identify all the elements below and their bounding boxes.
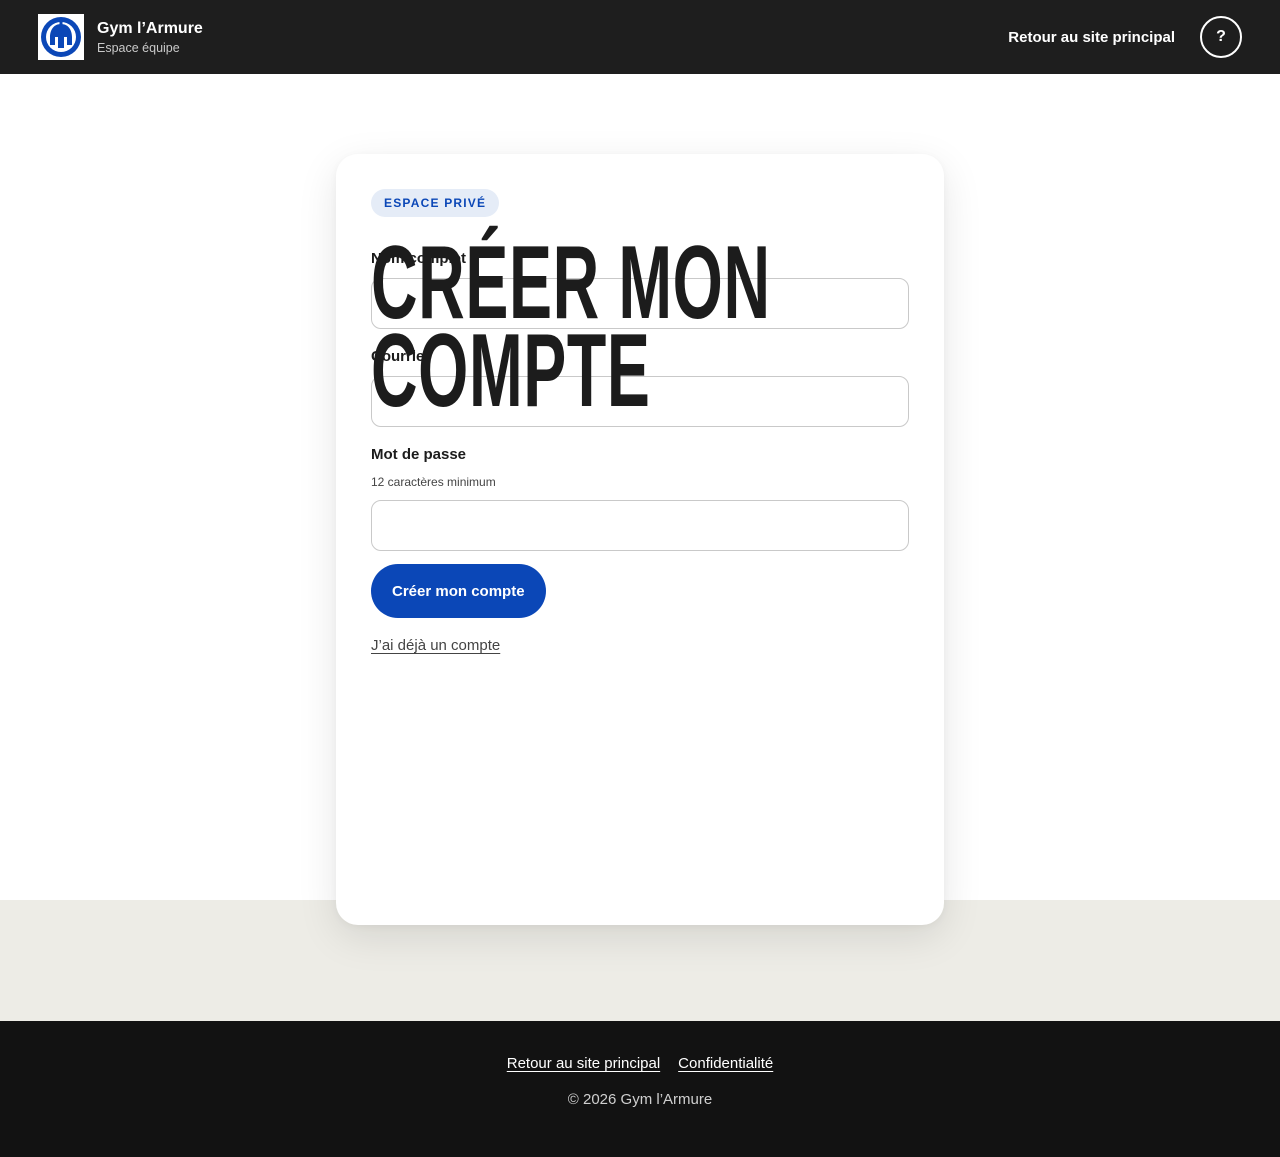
footer-main-site-link[interactable]: Retour au site principal bbox=[507, 1055, 660, 1072]
create-account-button[interactable]: Créer mon compte bbox=[371, 564, 546, 618]
brand-link[interactable]: Gym l’Armure Espace équipe bbox=[38, 14, 203, 60]
brand-subtitle: Espace équipe bbox=[97, 41, 180, 55]
brand-text: Gym l’Armure Espace équipe bbox=[97, 19, 203, 55]
signup-card: ESPACE PRIVÉ CRÉER MON COMPTE Nom comple… bbox=[336, 154, 944, 925]
password-input[interactable] bbox=[371, 500, 909, 551]
copyright: © 2026 Gym l’Armure bbox=[567, 1091, 713, 1108]
site-header: Gym l’Armure Espace équipe Retour au sit… bbox=[0, 0, 1280, 74]
private-space-badge: ESPACE PRIVÉ bbox=[371, 189, 500, 217]
help-icon: ? bbox=[1216, 28, 1226, 45]
page-title: CRÉER MON COMPTE bbox=[371, 231, 929, 423]
already-have-account-link[interactable]: J’ai déjà un compte bbox=[371, 637, 500, 654]
back-to-main-site-link[interactable]: Retour au site principal bbox=[1008, 29, 1175, 46]
password-field-group: Mot de passe 12 caractères minimum bbox=[371, 446, 909, 551]
help-button[interactable]: ? bbox=[1200, 16, 1242, 58]
spartan-helmet-icon bbox=[38, 14, 84, 60]
password-label: Mot de passe bbox=[371, 446, 467, 463]
title-line-2: COMPTE bbox=[371, 313, 651, 429]
site-footer: Retour au site principal Confidentialité… bbox=[0, 1021, 1280, 1157]
password-hint: 12 caractères minimum bbox=[371, 475, 496, 489]
footer-privacy-link[interactable]: Confidentialité bbox=[678, 1055, 773, 1072]
brand-name: Gym l’Armure bbox=[97, 20, 203, 37]
footer-links: Retour au site principal Confidentialité bbox=[0, 1055, 1280, 1072]
